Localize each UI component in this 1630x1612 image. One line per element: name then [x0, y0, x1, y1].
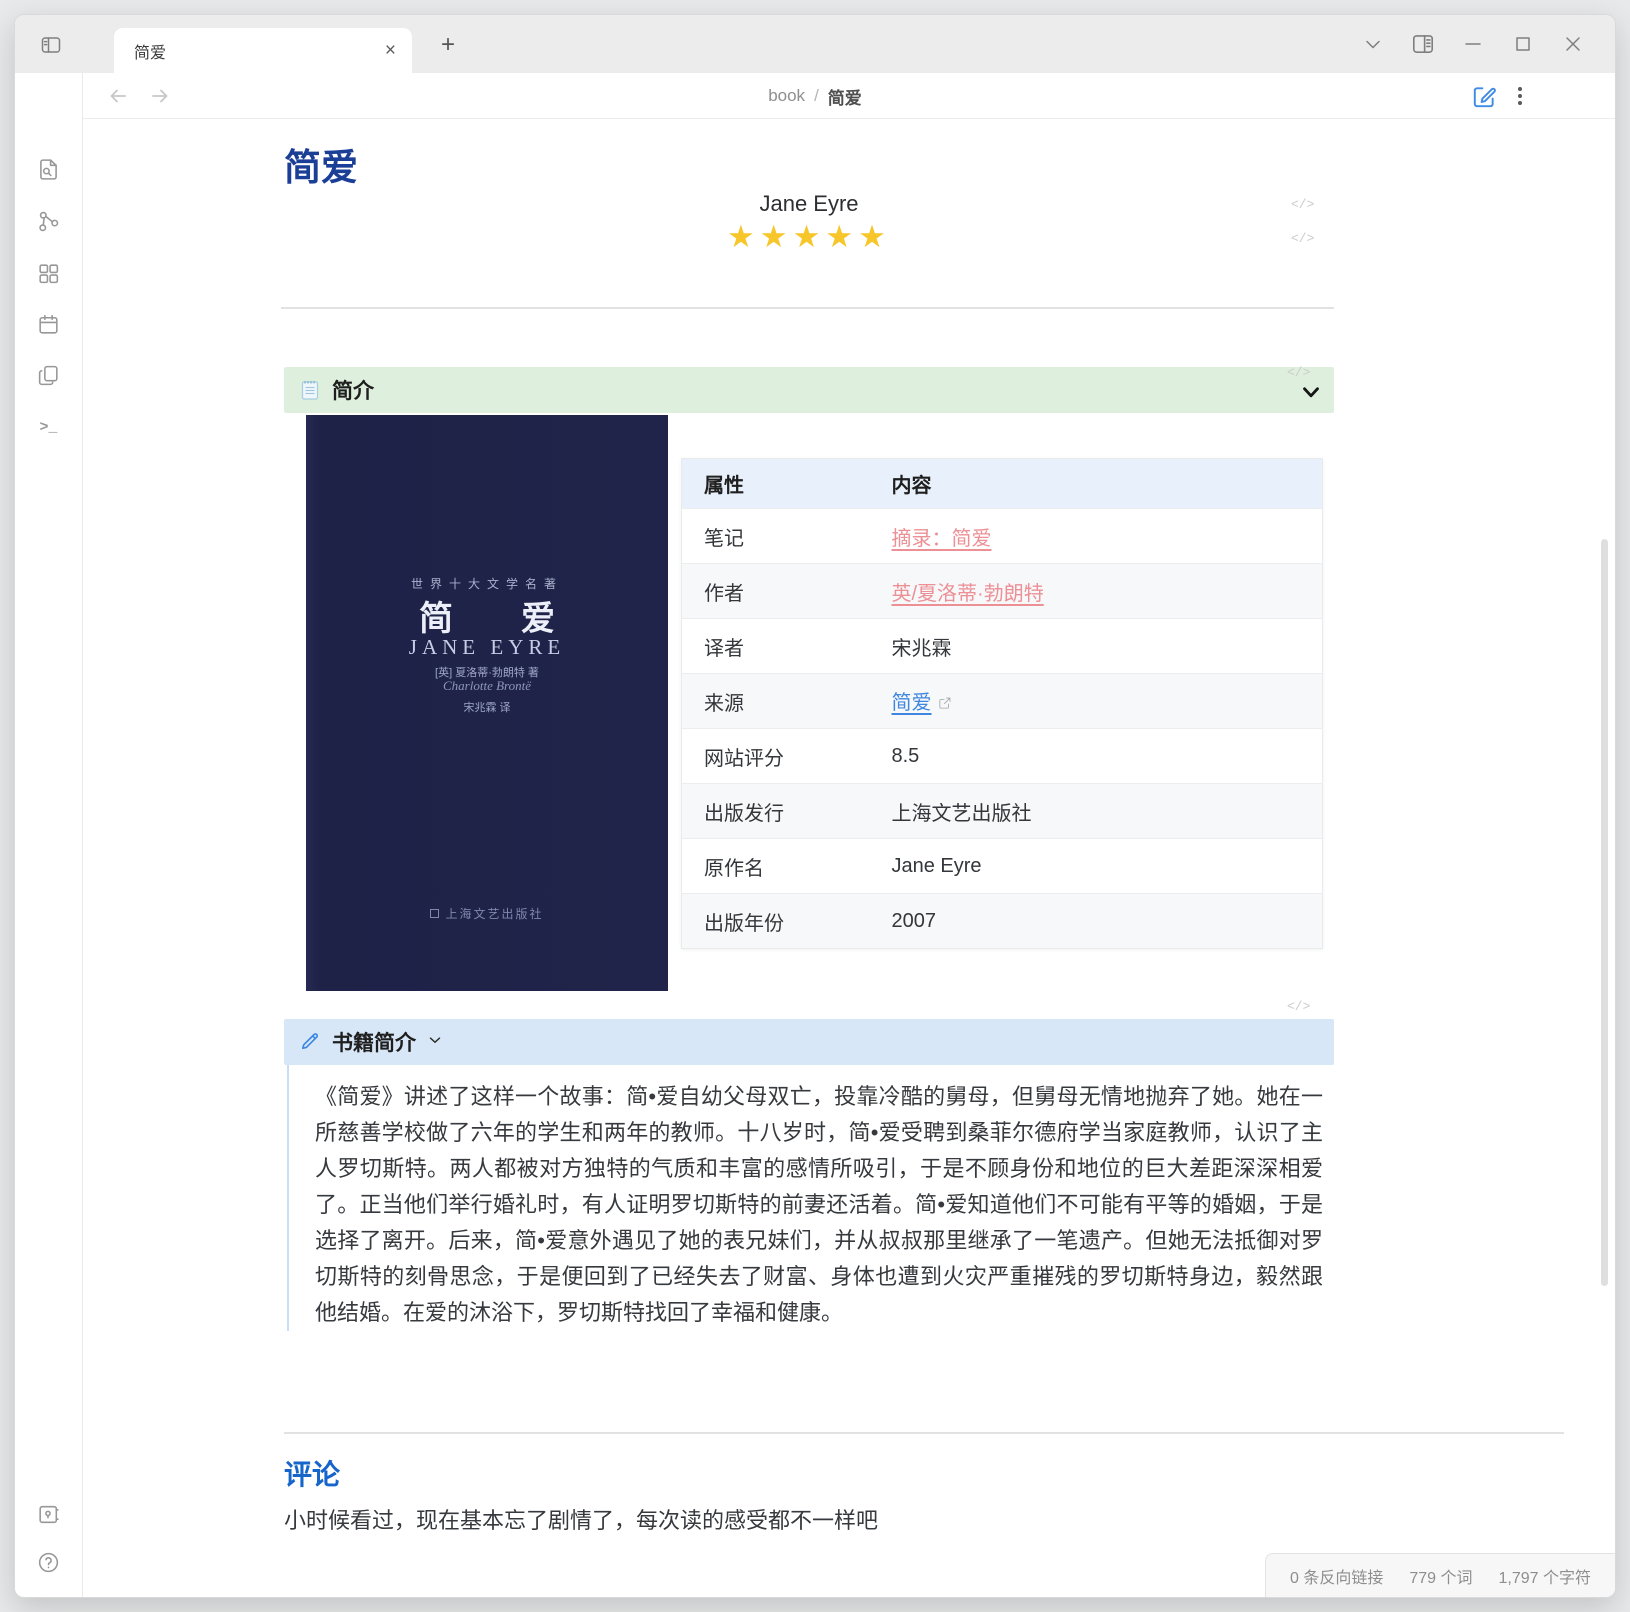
table-row: 网站评分 8.5 — [682, 729, 1323, 784]
maximize-icon[interactable] — [1509, 30, 1537, 58]
table-row: 来源 简爱 — [682, 674, 1323, 729]
table-row: 出版年份 2007 — [682, 894, 1323, 949]
table-row: 作者 英/夏洛蒂·勃朗特 — [682, 564, 1323, 619]
code-block-marker[interactable]: </> — [1291, 231, 1314, 246]
table-row: 笔记 摘录：简爱 — [682, 509, 1323, 564]
collapse-chevron-icon[interactable] — [1298, 379, 1324, 410]
more-menu-icon[interactable] — [1507, 83, 1533, 109]
rating-stars: ★★★★★ — [284, 219, 1334, 255]
collapse-chevron-icon[interactable] — [426, 1031, 444, 1054]
attribute-name: 作者 — [682, 564, 892, 619]
graph-icon[interactable] — [35, 208, 62, 235]
tab-bar: 简爱 × + — [15, 15, 1615, 73]
word-count: 779 个词 — [1409, 1564, 1472, 1588]
summary-callout-label: 书籍简介 — [332, 1027, 416, 1057]
backlink-count[interactable]: 0 条反向链接 — [1290, 1564, 1383, 1588]
table-row: 原作名 Jane Eyre — [682, 839, 1323, 894]
edit-icon[interactable] — [1470, 83, 1497, 110]
chevron-down-icon[interactable] — [1359, 30, 1387, 58]
column-header-attribute: 属性 — [682, 459, 892, 509]
table-header-row: 属性 内容 — [682, 459, 1323, 509]
note-link[interactable]: 英/夏洛蒂·勃朗特 — [892, 583, 1044, 605]
summary-text: 《简爱》讲述了这样一个故事：简•爱自幼父母双亡，投靠冷酷的舅母，但舅母无情地抛弃… — [315, 1079, 1323, 1331]
summary-block: 《简爱》讲述了这样一个故事：简•爱自幼父母双亡，投靠冷酷的舅母，但舅母无情地抛弃… — [287, 1065, 1334, 1331]
attributes-table-body: 笔记 摘录：简爱 作者 英/夏洛蒂·勃朗特 译者 宋兆霖 来源 简爱 网站评分 … — [682, 509, 1323, 949]
attribute-value: 8.5 — [892, 729, 1323, 784]
column-header-content: 内容 — [892, 459, 1323, 509]
attribute-name: 原作名 — [682, 839, 892, 894]
intro-callout-header[interactable]: 简介 — [284, 367, 1334, 413]
note-link[interactable]: 摘录：简爱 — [892, 528, 992, 550]
external-link-icon — [938, 693, 952, 716]
code-block-marker[interactable]: </> — [1291, 197, 1314, 212]
divider — [284, 1432, 1564, 1434]
table-row: 出版发行 上海文艺出版社 — [682, 784, 1323, 839]
cover-series: 世界十大文学名著 — [306, 575, 668, 592]
attribute-name: 笔记 — [682, 509, 892, 564]
attribute-value: 简爱 — [892, 674, 1323, 729]
breadcrumb-separator: / — [814, 86, 819, 106]
tab-title: 简爱 — [134, 39, 385, 63]
publisher-logo — [430, 909, 439, 918]
code-block-marker[interactable]: </> — [1287, 365, 1310, 380]
left-dock: >_ — [15, 73, 83, 1597]
source-link[interactable]: 简爱 — [892, 692, 932, 714]
code-block-marker[interactable]: </> — [1287, 999, 1310, 1014]
cover-translator: 宋兆霖 译 — [306, 699, 668, 715]
cover-author-en: Charlotte Brontë — [306, 678, 668, 694]
attribute-value: 英/夏洛蒂·勃朗特 — [892, 564, 1323, 619]
panel-right-icon[interactable] — [1409, 30, 1437, 58]
scrollbar[interactable] — [1601, 539, 1608, 1286]
gear-icon[interactable] — [35, 1596, 62, 1598]
breadcrumb-parent[interactable]: book — [768, 86, 805, 106]
attribute-value: Jane Eyre — [892, 839, 1323, 894]
new-tab-button[interactable]: + — [433, 30, 463, 60]
char-count: 1,797 个字符 — [1499, 1564, 1592, 1588]
attribute-name: 译者 — [682, 619, 892, 674]
doc-search-icon[interactable] — [35, 156, 62, 183]
table-row: 译者 宋兆霖 — [682, 619, 1323, 674]
window-controls — [1359, 30, 1587, 58]
panel-left-icon[interactable] — [37, 31, 65, 59]
comments-heading: 评论 — [284, 1453, 340, 1493]
attribute-name: 网站评分 — [682, 729, 892, 784]
grid-icon[interactable] — [35, 260, 62, 287]
cover-title: 简 爱 — [306, 591, 668, 640]
app-window: 简爱 × + — [14, 14, 1616, 1598]
notepad-icon — [298, 378, 322, 402]
attribute-value: 2007 — [892, 894, 1323, 949]
pencil-icon — [298, 1030, 322, 1054]
attributes-table: 属性 内容 笔记 摘录：简爱 作者 英/夏洛蒂·勃朗特 译者 宋兆霖 来源 简爱… — [681, 458, 1323, 949]
attribute-value: 摘录：简爱 — [892, 509, 1323, 564]
cover-publisher: 上海文艺出版社 — [306, 905, 668, 922]
tab-active[interactable]: 简爱 × — [114, 28, 412, 73]
divider — [281, 307, 1334, 309]
status-bar: 0 条反向链接 779 个词 1,797 个字符 — [1265, 1553, 1615, 1597]
page-title: 简爱 — [284, 137, 358, 191]
copy-icon[interactable] — [35, 362, 62, 389]
safe-icon[interactable] — [35, 1501, 62, 1528]
breadcrumb-bar: book / 简爱 — [15, 73, 1615, 119]
close-icon[interactable] — [1559, 30, 1587, 58]
minimize-icon[interactable] — [1459, 30, 1487, 58]
book-cover-image: 世界十大文学名著 简 爱 JANE EYRE [英] 夏洛蒂·勃朗特 著 Cha… — [306, 415, 668, 991]
comment-text: 小时候看过，现在基本忘了剧情了，每次读的感受都不一样吧 — [284, 1503, 878, 1535]
attribute-value: 宋兆霖 — [892, 619, 1323, 674]
terminal-icon[interactable]: >_ — [35, 414, 62, 441]
breadcrumb: book / 简爱 — [15, 73, 1615, 119]
book-subtitle: Jane Eyre — [284, 191, 1334, 217]
cover-title-en: JANE EYRE — [306, 635, 668, 660]
help-icon[interactable] — [35, 1549, 62, 1576]
breadcrumb-current[interactable]: 简爱 — [828, 84, 862, 109]
summary-callout-header[interactable]: 书籍简介 — [284, 1019, 1334, 1065]
attribute-name: 出版年份 — [682, 894, 892, 949]
intro-callout-label: 简介 — [332, 375, 374, 405]
calendar-icon[interactable] — [35, 311, 62, 338]
attribute-value: 上海文艺出版社 — [892, 784, 1323, 839]
attribute-name: 出版发行 — [682, 784, 892, 839]
attribute-name: 来源 — [682, 674, 892, 729]
tab-close-icon[interactable]: × — [385, 40, 396, 62]
